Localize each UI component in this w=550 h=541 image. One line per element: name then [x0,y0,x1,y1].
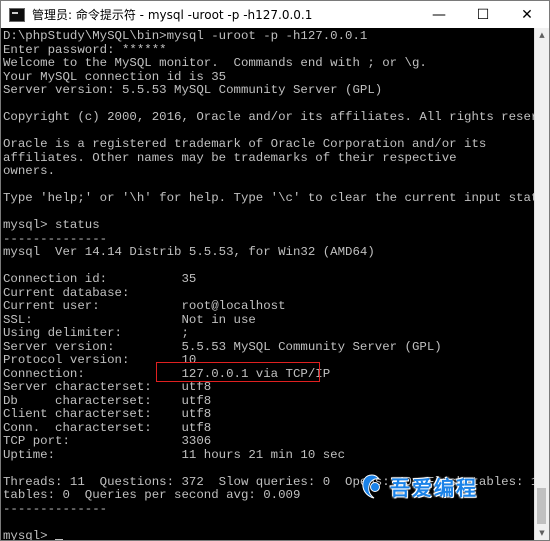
scroll-up-arrow-icon[interactable]: ▲ [535,28,549,42]
window-title: 管理员: 命令提示符 - mysql -uroot -p -h127.0.0.1 [32,8,313,22]
console-line: TCP port: 3306 [3,434,212,448]
maximize-button[interactable]: ☐ [461,1,505,28]
scroll-thumb[interactable] [537,488,546,524]
console-line: owners. [3,164,56,178]
watermark-logo-icon [360,473,384,501]
console-line: -------------- [3,501,108,516]
vertical-scrollbar[interactable]: ▲ ▼ [534,28,549,540]
console-line: Server characterset: utf8 [3,380,212,394]
console-line: mysql> [3,529,535,540]
console-line: affiliates. Other names may be trademark… [3,150,457,165]
minimize-icon: — [432,6,446,23]
cmd-window: 管理员: 命令提示符 - mysql -uroot -p -h127.0.0.1… [0,0,550,541]
watermark-text: 吾爱编程 [390,476,478,500]
console-line: -------------- [3,231,108,246]
console-line: Connection id: 35 [3,272,197,286]
window-controls: — ☐ ✕ [417,1,549,28]
console-line: Current database: [3,285,130,300]
console-line: Server version: 5.5.53 MySQL Community S… [3,339,442,354]
console-line: mysql> status [3,218,100,232]
scroll-down-arrow-icon[interactable]: ▼ [535,526,549,540]
console-line: Type 'help;' or '\h' for help. Type '\c'… [3,191,550,205]
console-line: Using delimiter: ; [3,326,189,340]
cmd-app-icon [9,7,25,22]
console-line: Client characterset: utf8 [3,407,212,421]
console-line: D:\phpStudy\MySQL\bin>mysql -uroot -p -h… [3,29,368,43]
console-line: Db characterset: utf8 [3,393,212,408]
close-icon: ✕ [521,6,533,23]
maximize-icon: ☐ [476,6,490,23]
connection-highlight-box [156,362,320,382]
console-line: Oracle is a registered trademark of Orac… [3,137,487,151]
console-line: Server version: 5.5.53 MySQL Community S… [3,83,383,97]
console-line: Welcome to the MySQL monitor. Commands e… [3,56,427,70]
close-button[interactable]: ✕ [505,1,549,28]
minimize-button[interactable]: — [417,1,461,28]
console-line: Copyright (c) 2000, 2016, Oracle and/or … [3,110,550,124]
console-line: Current user: root@localhost [3,299,286,313]
watermark: 吾爱编程 [360,472,478,501]
console-output[interactable]: D:\phpStudy\MySQL\bin>mysql -uroot -p -h… [1,28,550,540]
console-line: SSL: Not in use [3,312,256,327]
console-line: Conn. characterset: utf8 [3,420,212,435]
console-line: Your MySQL connection id is 35 [3,69,227,84]
title-bar[interactable]: 管理员: 命令提示符 - mysql -uroot -p -h127.0.0.1… [1,1,549,28]
console-line: Uptime: 11 hours 21 min 10 sec [3,447,346,462]
console-line: Enter password: ****** [3,42,167,57]
console-line: mysql Ver 14.14 Distrib 5.5.53, for Win3… [3,245,375,259]
text-cursor [55,538,64,540]
